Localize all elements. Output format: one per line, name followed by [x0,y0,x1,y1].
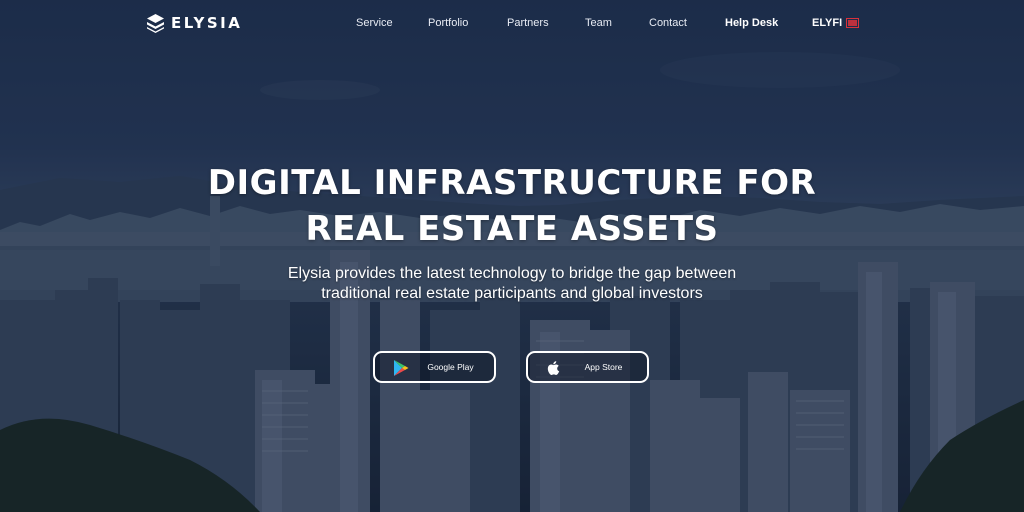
hero-subtitle: Elysia provides the latest technology to… [0,264,1024,304]
nav-item-elyfi[interactable]: ELYFI [812,17,860,29]
hero-subtitle-line-1: Elysia provides the latest technology to… [287,265,737,282]
korean-flag-icon [846,18,860,28]
nav-item-contact[interactable]: Contact [649,17,687,29]
nav-item-portfolio[interactable]: Portfolio [428,17,468,29]
google-play-icon [394,360,409,376]
app-store-button[interactable]: App Store [526,351,649,383]
nav-item-help-desk[interactable]: Help Desk [725,17,778,29]
hero-background [0,0,1024,512]
top-navigation: ELYSIA Service Portfolio Partners Team C… [0,0,1024,48]
google-play-button[interactable]: Google Play [373,351,496,383]
nav-item-elyfi-label: ELYFI [812,17,843,29]
nav-item-service[interactable]: Service [356,17,393,29]
apple-icon [547,361,560,376]
hero-title-line-1: DIGITAL INFRASTRUCTURE FOR [207,163,817,203]
app-store-label: App Store [584,362,623,372]
nav-item-team[interactable]: Team [585,17,612,29]
hero-subtitle-line-2: traditional real estate participants and… [321,285,703,302]
google-play-label: Google Play [427,362,474,372]
hero-title-line-2: REAL ESTATE ASSETS [305,209,719,249]
nav-item-partners[interactable]: Partners [507,17,549,29]
hero-title: DIGITAL INFRASTRUCTURE FOR REAL ESTATE A… [0,160,1024,252]
main-menu: Service Portfolio Partners Team Contact … [0,17,1024,33]
